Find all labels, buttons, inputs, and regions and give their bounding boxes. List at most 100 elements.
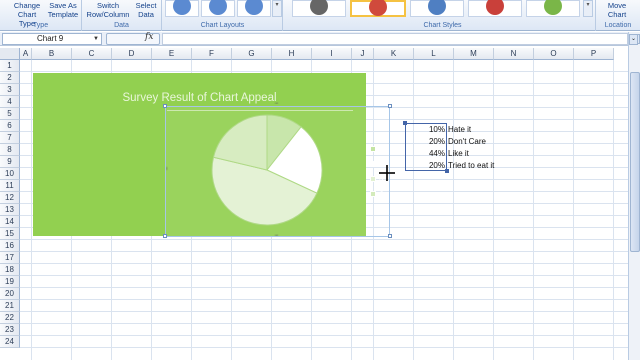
column-header-f[interactable]: F	[192, 48, 232, 60]
switch-row-column-button[interactable]: Switch Row/Column	[85, 1, 131, 19]
row-header-4[interactable]: 4	[0, 96, 20, 108]
cell-label[interactable]: Hate it	[448, 124, 471, 136]
gridline	[20, 275, 628, 276]
gridline	[493, 60, 494, 360]
row-header-6[interactable]: 6	[0, 120, 20, 132]
chart-layout-2[interactable]	[201, 0, 235, 17]
resize-handle-nw[interactable]	[163, 104, 167, 108]
row-header-22[interactable]: 22	[0, 312, 20, 324]
column-header-i[interactable]: I	[312, 48, 352, 60]
row-header-2[interactable]: 2	[0, 72, 20, 84]
row-header-21[interactable]: 21	[0, 300, 20, 312]
chart-style-5[interactable]	[526, 0, 580, 17]
gridline	[20, 239, 628, 240]
select-data-button[interactable]: Select Data	[132, 1, 160, 19]
scrollbar-thumb[interactable]	[630, 72, 640, 252]
row-header-12[interactable]: 12	[0, 192, 20, 204]
legend-item[interactable]: 4	[370, 189, 383, 199]
resize-handle-w[interactable]: ···	[163, 166, 170, 170]
column-header-j[interactable]: J	[352, 48, 374, 60]
row-header-9[interactable]: 9	[0, 156, 20, 168]
column-header-b[interactable]: B	[32, 48, 72, 60]
row-header-23[interactable]: 23	[0, 324, 20, 336]
layouts-more-button[interactable]: ▾	[272, 0, 282, 17]
column-header-k[interactable]: K	[374, 48, 414, 60]
legend-label: 1	[379, 144, 384, 153]
row-header-8[interactable]: 8	[0, 144, 20, 156]
ribbon-group-location: Move Chart Location	[596, 0, 640, 31]
data-range-highlight	[405, 123, 447, 171]
chart-layout-1[interactable]	[165, 0, 199, 17]
column-header-o[interactable]: O	[534, 48, 574, 60]
move-cursor-icon	[379, 165, 395, 181]
gridline	[20, 347, 628, 348]
legend-swatch	[370, 161, 376, 167]
ribbon-group-label-data: Data	[114, 22, 129, 29]
row-header-13[interactable]: 13	[0, 204, 20, 216]
legend-swatch	[370, 146, 376, 152]
expand-formula-bar-button[interactable]: ⌄	[629, 34, 638, 45]
gridline	[453, 60, 454, 360]
chart-layout-3[interactable]	[237, 0, 271, 17]
column-header-g[interactable]: G	[232, 48, 272, 60]
column-header-l[interactable]: L	[414, 48, 454, 60]
styles-more-button[interactable]: ▾	[583, 0, 593, 17]
row-header-5[interactable]: 5	[0, 108, 20, 120]
range-handle[interactable]	[403, 121, 407, 125]
column-header-m[interactable]: M	[454, 48, 494, 60]
save-as-template-button[interactable]: Save As Template	[46, 1, 80, 19]
gridline	[413, 60, 414, 360]
cell-label[interactable]: Don't Care	[448, 136, 486, 148]
resize-handle-ne[interactable]	[388, 104, 392, 108]
formula-input[interactable]	[162, 33, 628, 45]
row-header-24[interactable]: 24	[0, 336, 20, 348]
row-header-20[interactable]: 20	[0, 288, 20, 300]
column-header-h[interactable]: H	[272, 48, 312, 60]
row-header-11[interactable]: 11	[0, 180, 20, 192]
gridline	[20, 287, 628, 288]
row-header-7[interactable]: 7	[0, 132, 20, 144]
chart-style-2[interactable]	[350, 0, 406, 17]
ribbon-group-data: Switch Row/Column Select Data Data	[82, 0, 162, 31]
chart-title[interactable]: Survey Result of Chart Appeal	[33, 92, 366, 104]
select-all-corner[interactable]	[0, 48, 20, 60]
resize-handle-n[interactable]: ···	[274, 100, 279, 107]
row-header-19[interactable]: 19	[0, 276, 20, 288]
column-header-n[interactable]: N	[494, 48, 534, 60]
row-header-18[interactable]: 18	[0, 264, 20, 276]
row-header-17[interactable]: 17	[0, 252, 20, 264]
vertical-scrollbar[interactable]: ▲	[628, 32, 640, 360]
gridline	[573, 60, 574, 360]
cell-label[interactable]: Tried to eat it	[448, 160, 494, 172]
legend-item[interactable]: 1	[370, 144, 383, 154]
chart-style-3[interactable]	[410, 0, 464, 17]
resize-handle-se[interactable]	[388, 234, 392, 238]
plot-area-selection[interactable]	[165, 106, 390, 237]
chevron-down-icon[interactable]: ▼	[93, 34, 99, 44]
ribbon-group-label-location: Location	[604, 22, 632, 29]
column-header-a[interactable]: A	[20, 48, 32, 60]
chart-style-1[interactable]	[292, 0, 346, 17]
gridline	[20, 299, 628, 300]
row-header-14[interactable]: 14	[0, 216, 20, 228]
row-header-10[interactable]: 10	[0, 168, 20, 180]
move-chart-button[interactable]: Move Chart	[600, 1, 634, 19]
row-header-16[interactable]: 16	[0, 240, 20, 252]
resize-handle-s[interactable]: ···	[274, 232, 279, 239]
row-header-1[interactable]: 1	[0, 60, 20, 72]
name-box[interactable]: Chart 9 ▼	[2, 33, 102, 45]
column-header-p[interactable]: P	[574, 48, 614, 60]
fx-icon[interactable]: fx	[145, 32, 153, 42]
resize-handle-sw[interactable]	[163, 234, 167, 238]
column-header-c[interactable]: C	[72, 48, 112, 60]
range-handle[interactable]	[445, 169, 449, 173]
chart-style-4[interactable]	[468, 0, 522, 17]
ribbon-group-label-styles: Chart Styles	[423, 22, 462, 29]
column-header-e[interactable]: E	[152, 48, 192, 60]
column-header-d[interactable]: D	[112, 48, 152, 60]
row-header-3[interactable]: 3	[0, 84, 20, 96]
gridline	[20, 323, 628, 324]
name-box-value: Chart 9	[37, 34, 64, 43]
cell-label[interactable]: Like it	[448, 148, 469, 160]
row-header-15[interactable]: 15	[0, 228, 20, 240]
